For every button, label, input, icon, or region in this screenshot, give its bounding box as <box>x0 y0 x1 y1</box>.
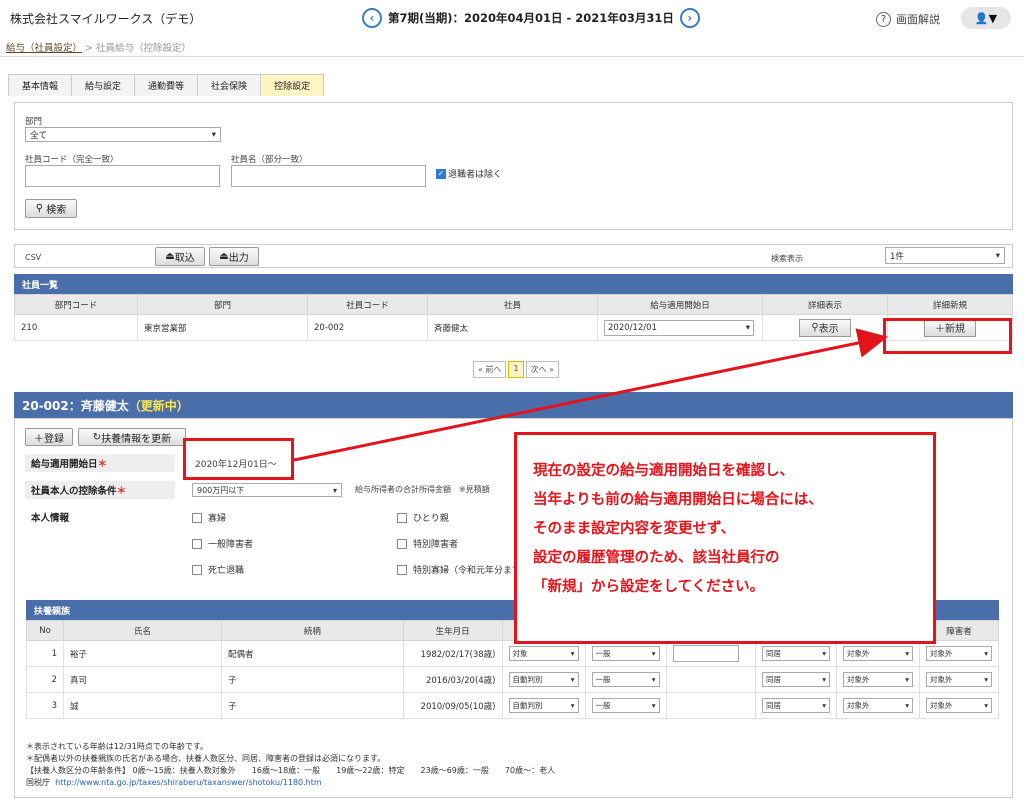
instruction-callout: 現在の設定の給与適用開始日を確認し、 当年よりも前の給与適用開始日に場合には、 … <box>514 432 936 644</box>
annotation-arrow <box>293 328 888 462</box>
